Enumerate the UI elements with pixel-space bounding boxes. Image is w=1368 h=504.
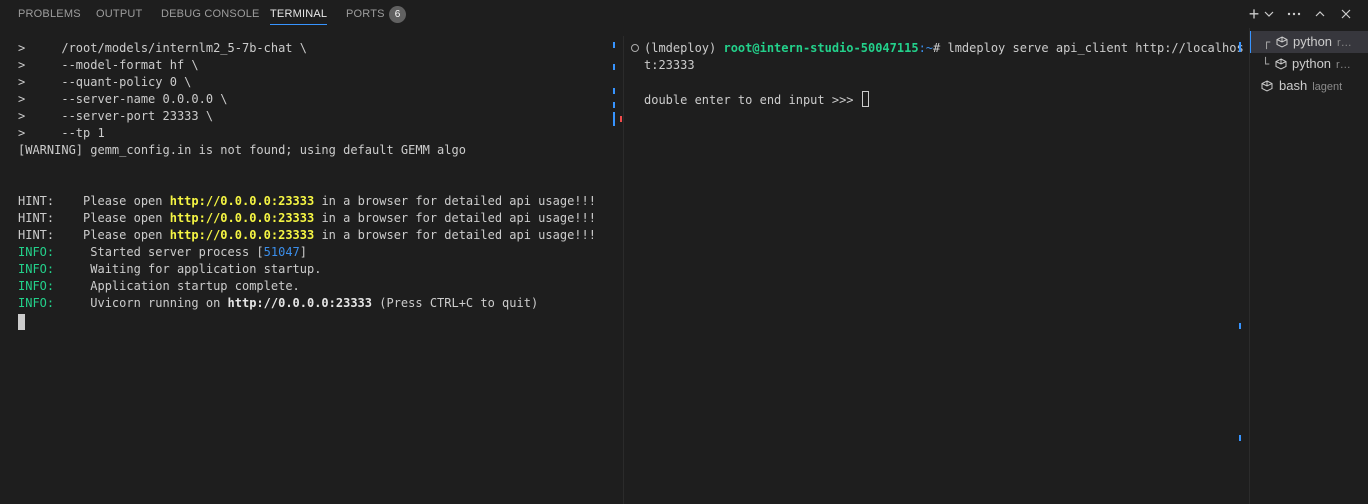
terminal-list-item[interactable]: ┌ python r… (1250, 31, 1368, 53)
terminal-list-item[interactable]: └ python r… (1250, 53, 1368, 75)
scroll-marker (613, 64, 615, 70)
hint-url: http://0.0.0.0:23333 (169, 228, 315, 242)
ports-count-badge: 6 (389, 6, 406, 23)
terminal-name: python (1293, 34, 1333, 49)
hint-url: http://0.0.0.0:23333 (169, 211, 315, 225)
hint-line: HINT: Please open http://0.0.0.0:23333 i… (18, 194, 596, 208)
tab-problems[interactable]: PROBLEMS (18, 0, 81, 28)
info-line: INFO: Waiting for application startup. (18, 262, 322, 276)
command-wrap-line: t:23333 (644, 58, 695, 72)
terminal-pane-right[interactable]: (lmdeploy) root@intern-studio-50047115:~… (624, 36, 1244, 504)
scroll-marker (613, 112, 615, 126)
close-icon[interactable] (1337, 0, 1355, 28)
hint-line: HINT: Please open http://0.0.0.0:23333 i… (18, 211, 596, 225)
user-host: root@intern-studio-50047115 (723, 41, 919, 55)
scroll-marker (1239, 435, 1241, 441)
terminal-name: bash (1279, 78, 1308, 93)
command-text: lmdeploy serve api_client http://localho… (947, 41, 1244, 55)
terminal-icon (1261, 80, 1273, 92)
terminal-cursor (18, 314, 25, 330)
scroll-marker (1239, 42, 1241, 52)
panel-tab-bar: PROBLEMS OUTPUT DEBUG CONSOLE TERMINAL P… (0, 0, 1368, 28)
terminal-list: ┌ python r… └ python r… bash lagent (1250, 28, 1368, 504)
tab-ports[interactable]: PORTS (346, 0, 385, 28)
scroll-marker-error (620, 116, 622, 122)
hint-url: http://0.0.0.0:23333 (169, 194, 315, 208)
env-name: (lmdeploy) (644, 41, 724, 55)
terminal-desc: r… (1336, 59, 1351, 71)
hint-line: HINT: Please open http://0.0.0.0:23333 i… (18, 228, 596, 242)
tab-terminal[interactable]: TERMINAL (270, 0, 328, 28)
terminal-icon (1275, 58, 1287, 70)
chevron-up-icon[interactable] (1311, 0, 1329, 28)
input-prompt-line: double enter to end input >>> (644, 91, 869, 108)
terminal-line: > --tp 1 (18, 126, 105, 140)
scroll-marker (613, 42, 615, 48)
process-id: 51047 (263, 245, 300, 259)
tab-output[interactable]: OUTPUT (96, 0, 142, 28)
prompt-line: (lmdeploy) root@intern-studio-50047115:~… (644, 41, 1244, 55)
terminal-desc: lagent (1312, 81, 1343, 93)
tab-debug-console[interactable]: DEBUG CONSOLE (161, 0, 260, 28)
ellipsis-icon[interactable] (1284, 0, 1304, 28)
info-line: INFO: Uvicorn running on http://0.0.0.0:… (18, 296, 539, 310)
terminal-cursor (861, 91, 869, 107)
info-line: INFO: Application startup complete. (18, 279, 300, 293)
terminal-list-item[interactable]: bash lagent (1250, 75, 1368, 97)
chevron-down-icon[interactable] (1262, 0, 1276, 28)
scroll-marker (613, 88, 615, 94)
terminal-line: > --model-format hf \ (18, 58, 199, 72)
terminal-line: > --server-port 23333 \ (18, 109, 214, 123)
terminal-line: > /root/models/internlm2_5-7b-chat \ (18, 41, 307, 55)
cwd: :~ (918, 41, 934, 55)
scroll-marker (1239, 323, 1241, 329)
plus-icon[interactable]: + (1246, 0, 1262, 28)
warning-line: [WARNING] gemm_config.in is not found; u… (18, 143, 466, 157)
uvicorn-url: http://0.0.0.0:23333 (227, 296, 373, 310)
terminal-pane-left[interactable]: > /root/models/internlm2_5-7b-chat \ > -… (0, 36, 612, 504)
terminal-line: > --quant-policy 0 \ (18, 75, 192, 89)
terminal-icon (1276, 36, 1288, 48)
terminal-name: python (1292, 56, 1332, 71)
terminal-line: > --server-name 0.0.0.0 \ (18, 92, 228, 106)
info-line: INFO: Started server process [51047] (18, 245, 307, 259)
terminal-desc: r… (1337, 37, 1352, 49)
scroll-marker (613, 102, 615, 108)
